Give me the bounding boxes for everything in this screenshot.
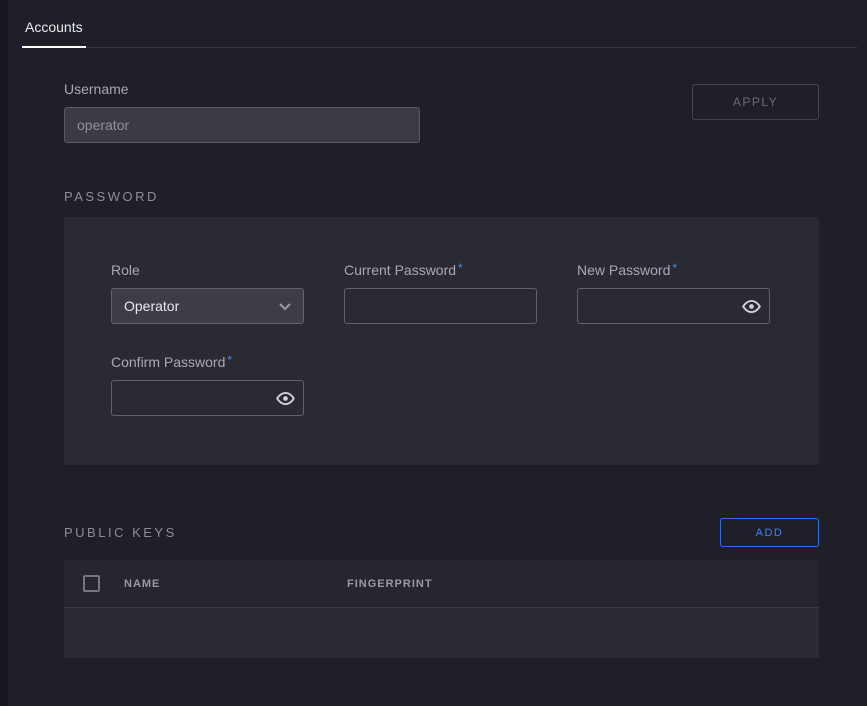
column-header-name: NAME (124, 578, 347, 590)
left-edge-strip (0, 0, 8, 706)
required-marker: * (227, 353, 232, 367)
role-label: Role (111, 262, 304, 278)
table-empty-body (64, 608, 819, 658)
public-keys-header-row: PUBLIC KEYS ADD (64, 518, 819, 547)
role-select-value: Operator (124, 298, 179, 314)
tab-bar: Accounts (22, 0, 857, 48)
password-fields-grid: Role Operator Current Password* (111, 262, 774, 416)
username-field: Username (64, 81, 420, 143)
role-field: Role Operator (111, 262, 304, 324)
chevron-down-icon (279, 298, 291, 314)
select-all-checkbox[interactable] (83, 575, 100, 592)
table-header-row: NAME FINGERPRINT (64, 560, 819, 608)
required-marker: * (672, 261, 677, 275)
required-marker: * (458, 261, 463, 275)
show-password-icon[interactable] (742, 297, 761, 316)
accounts-page: Username APPLY PASSWORD Role Operator Cu… (64, 81, 819, 658)
column-header-fingerprint: FINGERPRINT (347, 578, 433, 590)
role-select[interactable]: Operator (111, 288, 304, 324)
confirm-password-label-text: Confirm Password (111, 354, 225, 370)
current-password-label-text: Current Password (344, 262, 456, 278)
username-input[interactable] (64, 107, 420, 143)
new-password-field: New Password* (577, 262, 770, 324)
confirm-password-field: Confirm Password* (111, 354, 304, 416)
current-password-input[interactable] (344, 288, 537, 324)
add-public-key-button[interactable]: ADD (720, 518, 819, 547)
confirm-password-label: Confirm Password* (111, 354, 304, 370)
public-keys-section-title: PUBLIC KEYS (64, 525, 177, 540)
public-keys-table: NAME FINGERPRINT (64, 560, 819, 658)
show-password-icon[interactable] (276, 389, 295, 408)
username-label: Username (64, 81, 420, 97)
new-password-label: New Password* (577, 262, 770, 278)
new-password-label-text: New Password (577, 262, 670, 278)
apply-button[interactable]: APPLY (692, 84, 819, 120)
password-panel: Role Operator Current Password* (64, 217, 819, 465)
username-row: Username APPLY (64, 81, 819, 143)
current-password-label: Current Password* (344, 262, 537, 278)
password-section-title: PASSWORD (64, 189, 819, 204)
current-password-field: Current Password* (344, 262, 537, 324)
tab-accounts[interactable]: Accounts (22, 19, 86, 48)
